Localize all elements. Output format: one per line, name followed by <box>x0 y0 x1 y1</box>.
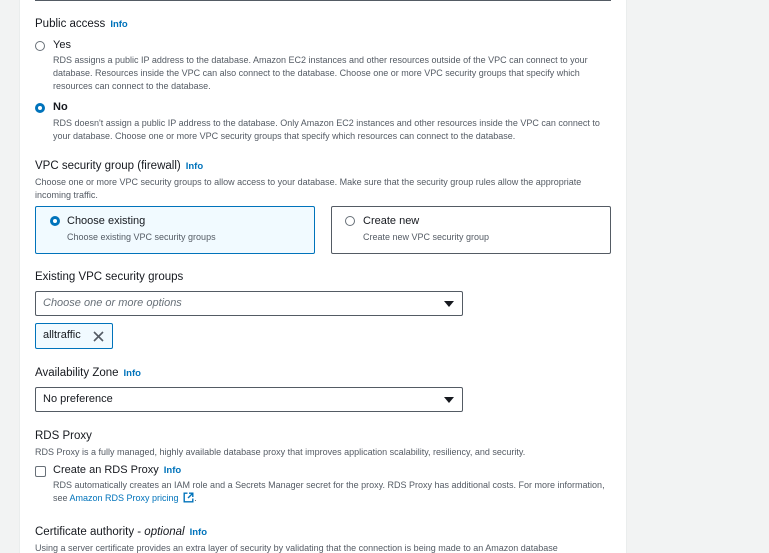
existing-groups-title: Existing VPC security groups <box>35 271 184 283</box>
remove-token-icon[interactable] <box>93 331 104 342</box>
security-group-token-label: alltraffic <box>43 329 81 341</box>
caret-down-icon <box>444 397 454 403</box>
rds-proxy-description: RDS Proxy is a fully managed, highly ava… <box>35 447 526 457</box>
existing-groups-multiselect[interactable]: Choose one or more options <box>35 291 463 316</box>
create-rds-proxy-checkbox[interactable] <box>35 466 46 477</box>
public-access-yes-label: Yes <box>53 39 71 51</box>
rds-proxy-pricing-link[interactable]: Amazon RDS Proxy pricing <box>69 492 195 503</box>
public-access-yes-description: RDS assigns a public IP address to the d… <box>53 55 588 91</box>
vpc-security-group-title: VPC security group (firewall) <box>35 160 181 172</box>
create-rds-proxy-label: Create an RDS Proxy <box>53 464 159 476</box>
section-divider <box>35 0 611 1</box>
existing-groups-placeholder: Choose one or more options <box>43 297 182 309</box>
public-access-title: Public access <box>35 18 106 30</box>
create-new-radio[interactable] <box>345 216 355 226</box>
rds-proxy-info-link[interactable]: Info <box>164 465 181 476</box>
availability-zone-value: No preference <box>43 393 113 405</box>
certificate-authority-info-link[interactable]: Info <box>190 527 207 538</box>
create-new-card[interactable]: Create new Create new VPC security group <box>331 206 611 254</box>
caret-down-icon <box>444 301 454 307</box>
public-access-no-label: No <box>53 101 68 113</box>
certificate-authority-title: Certificate authority - <box>35 526 145 538</box>
rds-proxy-pricing-link-text: Amazon RDS Proxy pricing <box>69 493 179 503</box>
choose-existing-card[interactable]: Choose existing Choose existing VPC secu… <box>35 206 315 254</box>
vpc-security-group-description: Choose one or more VPC security groups t… <box>35 177 582 200</box>
security-group-token: alltraffic <box>35 323 113 349</box>
public-access-no-radio[interactable] <box>35 103 45 113</box>
availability-zone-info-link[interactable]: Info <box>124 368 141 379</box>
settings-panel: Public access Info Yes RDS assigns a publ… <box>19 0 627 553</box>
vpc-security-group-heading: VPC security group (firewall) Info <box>35 160 203 172</box>
certificate-authority-heading: Certificate authority - optional Info <box>35 526 207 538</box>
create-new-label: Create new <box>363 215 420 227</box>
rds-proxy-detail: RDS automatically creates an IAM role an… <box>53 479 608 505</box>
create-new-description: Create new VPC security group <box>363 232 490 242</box>
choose-existing-description: Choose existing VPC security groups <box>67 232 216 242</box>
external-link-icon <box>183 492 194 503</box>
public-access-no-description: RDS doesn't assign a public IP address t… <box>53 118 600 141</box>
create-rds-proxy-heading: Create an RDS Proxy Info <box>53 464 181 476</box>
public-access-heading: Public access Info <box>35 18 128 30</box>
availability-zone-title: Availability Zone <box>35 367 119 379</box>
rds-proxy-detail-suffix: . <box>194 493 197 503</box>
choose-existing-radio[interactable] <box>50 216 60 226</box>
certificate-authority-description: Using a server certificate provides an e… <box>35 543 558 553</box>
public-access-yes-radio[interactable] <box>35 41 45 51</box>
rds-proxy-title: RDS Proxy <box>35 430 92 442</box>
availability-zone-select[interactable]: No preference <box>35 387 463 412</box>
availability-zone-heading: Availability Zone Info <box>35 367 141 379</box>
certificate-authority-optional: optional <box>144 526 185 538</box>
choose-existing-label: Choose existing <box>67 215 146 227</box>
vpc-security-group-info-link[interactable]: Info <box>186 161 203 172</box>
public-access-info-link[interactable]: Info <box>110 19 127 30</box>
